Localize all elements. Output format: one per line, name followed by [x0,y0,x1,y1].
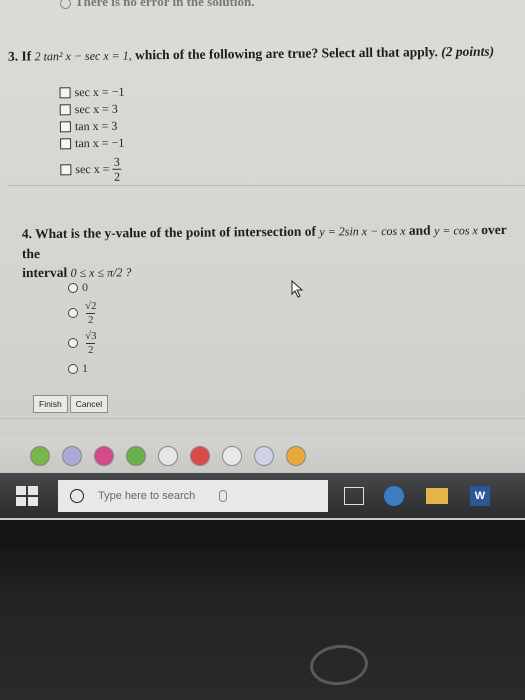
taskbar: Type here to search W [0,473,525,518]
word-app-icon[interactable]: W [470,485,490,506]
browser-screen: There is no error in the solution. 3. If… [0,0,525,520]
q4-choices: 0 √2 2 √3 2 1 [68,277,97,379]
option-label: sec x = 3 [74,101,118,117]
equation-2: y = cos x [433,223,478,238]
numerator: √2 [85,299,97,312]
edge-browser-icon[interactable] [384,485,404,506]
option-label: tan x = 3 [74,118,118,134]
checkbox-icon[interactable] [60,138,72,150]
cortana-icon [70,488,84,503]
numerator: 3 [113,154,120,169]
laptop-hinge [0,520,525,550]
mouse-cursor-icon [291,280,304,298]
option-label: sec x = [75,161,110,176]
task-view-icon[interactable] [344,486,364,505]
equation-1: y = 2sin x − cos x [319,223,406,239]
question-text: What is the y-value of the point of inte… [35,223,317,242]
choice-row[interactable]: √2 2 [68,298,97,328]
taskbar-search[interactable]: Type here to search [58,479,328,512]
question-prefix: If [21,48,32,64]
option-label: sec x = −1 [74,84,125,100]
and-word: and [408,222,431,238]
action-buttons: Finish Cancel [33,395,109,413]
cut-off-option: There is no error in the solution. [60,0,254,10]
file-explorer-icon[interactable] [426,487,448,504]
gear-icon[interactable] [222,446,242,466]
check-icon[interactable] [30,446,50,466]
question-number: 4. [21,226,33,242]
option-row[interactable]: tan x = −1 [60,135,125,153]
option-row[interactable]: sec x = 3 2 [60,152,125,187]
denominator: 2 [88,313,94,326]
denominator: 2 [113,169,121,184]
fraction: 3 2 [112,154,122,184]
fraction: √3 2 [85,329,97,356]
choice-row[interactable]: 1 [68,358,97,379]
choice-row[interactable]: √3 2 [68,328,97,358]
question-equation: 2 tan² x − sec x = 1, [34,48,132,64]
option-row[interactable]: sec x = −1 [59,84,124,102]
checkbox-icon[interactable] [60,163,72,175]
question-number: 3. [7,48,19,64]
radio-icon[interactable] [68,282,78,293]
finish-button[interactable]: Finish [33,395,68,413]
checkbox-icon[interactable] [59,87,71,99]
question-4: 4. What is the y-value of the point of i… [22,220,522,283]
points-label: (2 points) [441,43,495,60]
q3-options: sec x = −1 sec x = 3 tan x = 3 tan x = −… [59,84,125,187]
choice-row[interactable]: 0 [68,277,97,298]
windows-start-icon[interactable] [16,485,40,506]
radio-icon[interactable] [68,363,78,374]
choice-label: 0 [82,280,88,294]
camera-icon[interactable] [190,446,210,466]
chrome-icon[interactable] [126,446,146,466]
help-icon[interactable] [286,446,306,466]
app-dock [0,436,525,476]
option-label: tan x = −1 [75,135,125,151]
music-icon[interactable] [62,446,82,466]
paint-icon[interactable] [94,446,114,466]
fraction: √2 2 [85,299,97,326]
question-3: 3. If 2 tan² x − sec x = 1, which of the… [8,43,523,64]
numerator: √3 [85,329,97,342]
option-row[interactable]: sec x = 3 [59,101,125,119]
choice-label: 1 [82,361,88,375]
disc-icon[interactable] [254,446,274,466]
question-text: which of the following are true? Select … [135,44,438,63]
radio-icon[interactable] [68,308,78,318]
checkbox-icon[interactable] [59,121,71,133]
interval-label: interval [22,264,68,281]
cancel-button[interactable]: Cancel [69,395,109,413]
search-placeholder: Type here to search [98,489,196,502]
radio-icon[interactable] [60,0,71,9]
divider [8,185,525,186]
radio-icon[interactable] [68,338,78,348]
globe-icon[interactable] [158,446,178,466]
denominator: 2 [88,343,94,356]
option-row[interactable]: tan x = 3 [59,118,125,136]
checkbox-icon[interactable] [59,104,71,116]
microphone-icon[interactable] [219,489,228,502]
